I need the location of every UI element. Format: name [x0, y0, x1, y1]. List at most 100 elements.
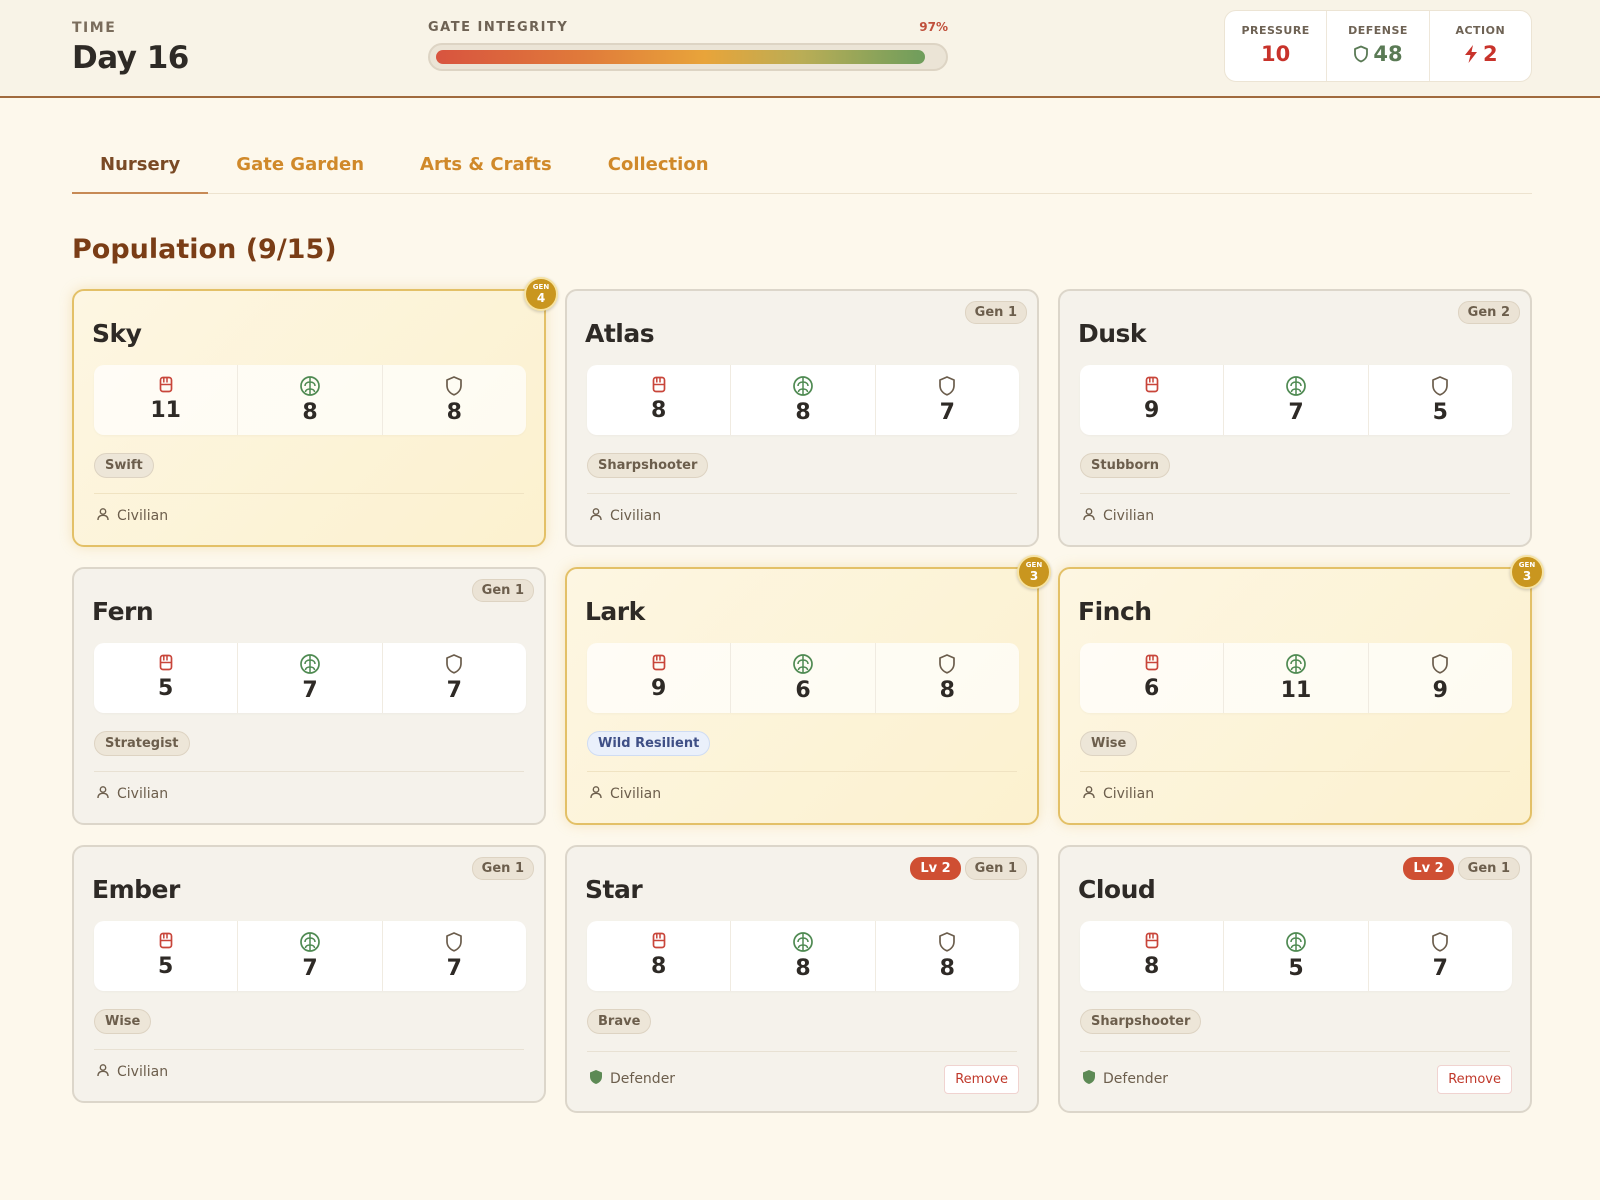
strength-stat: 5	[94, 643, 237, 713]
generation-badge: Gen 1	[471, 579, 534, 602]
defense-stat: 7	[381, 643, 526, 713]
fist-icon	[94, 375, 237, 395]
creature-card-dusk[interactable]: Dusk Gen 2 9 7 5 Stubborn Civilian	[1058, 289, 1532, 547]
filled-shield-icon	[1082, 1069, 1096, 1089]
intellect-stat: 8	[730, 365, 874, 435]
creature-card-lark[interactable]: Lark 9 6 8 Wild Resilient Civilian GEN 3	[565, 555, 1051, 825]
intellect-value: 8	[302, 400, 318, 425]
defense-value: 8	[939, 678, 955, 703]
creature-card-sky[interactable]: Sky 11 8 8 Swift Civilian GEN 4	[72, 277, 558, 547]
shield-icon	[1369, 931, 1512, 953]
strength-stat: 9	[1080, 365, 1223, 435]
card-badges: Gen 1	[471, 857, 534, 880]
strength-stat: 8	[587, 921, 730, 991]
intellect-stat: 6	[730, 643, 874, 713]
level-badge: Lv 2	[910, 857, 961, 880]
top-bar: TIME Day 16 GATE INTEGRITY 97% PRESSURE …	[0, 0, 1600, 98]
creature-card-cloud[interactable]: Cloud Lv 2 Gen 1 8 5 7 Sharpshooter Defe…	[1058, 845, 1532, 1113]
creature-name: Atlas	[585, 319, 655, 348]
creature-name: Cloud	[1078, 875, 1156, 904]
person-icon	[96, 507, 110, 525]
strength-stat: 9	[587, 643, 730, 713]
fist-icon	[94, 931, 237, 951]
generation-coin-value: 3	[1522, 569, 1532, 583]
tab-arts-crafts[interactable]: Arts & Crafts	[392, 136, 580, 194]
defense-stat: 7	[381, 921, 526, 991]
shield-icon	[1369, 653, 1512, 675]
defense-value: 5	[1432, 400, 1448, 425]
creature-card-atlas[interactable]: Atlas Gen 1 8 8 7 Sharpshooter Civilian	[565, 289, 1039, 547]
strength-value: 5	[158, 676, 174, 701]
resource-stats: PRESSURE 10 DEFENSE 48 ACTION 2	[1224, 10, 1532, 82]
generation-badge: Gen 1	[1457, 857, 1520, 880]
fist-icon	[1080, 931, 1223, 951]
role-label: Civilian	[1082, 785, 1154, 803]
card-badges: Gen 2	[1457, 301, 1520, 324]
shield-icon	[876, 375, 1019, 397]
stat-strip: 5 7 7	[94, 921, 526, 991]
intellect-stat: 8	[237, 365, 381, 435]
strength-stat: 8	[587, 365, 730, 435]
pressure-stat: PRESSURE 10	[1225, 11, 1326, 81]
creature-card-star[interactable]: Star Lv 2 Gen 1 8 8 8 Brave Defender Rem…	[565, 845, 1039, 1113]
stat-strip: 11 8 8	[94, 365, 526, 435]
intellect-value: 5	[1288, 956, 1304, 981]
tab-collection[interactable]: Collection	[580, 136, 737, 194]
person-icon	[1082, 785, 1096, 803]
fist-icon	[587, 653, 730, 673]
creature-name: Dusk	[1078, 319, 1147, 348]
level-badge: Lv 2	[1403, 857, 1454, 880]
gate-integrity: GATE INTEGRITY 97%	[428, 20, 948, 71]
stat-strip: 8 5 7	[1080, 921, 1512, 991]
creature-name: Lark	[585, 597, 645, 626]
person-icon	[589, 507, 603, 525]
defense-value: 7	[1432, 956, 1448, 981]
role-label: Civilian	[589, 785, 661, 803]
defense-stat: 8	[381, 365, 526, 435]
creature-name: Finch	[1078, 597, 1152, 626]
remove-defender-button[interactable]: Remove	[1437, 1065, 1512, 1094]
trait-tag: Wild Resilient	[587, 731, 711, 756]
intellect-value: 7	[302, 956, 318, 981]
brain-icon	[731, 653, 874, 675]
stat-strip: 5 7 7	[94, 643, 526, 713]
tab-nursery[interactable]: Nursery	[72, 136, 209, 194]
role-label: Civilian	[589, 507, 661, 525]
creature-card-fern[interactable]: Fern Gen 1 5 7 7 Strategist Civilian	[72, 567, 546, 825]
trait-tag: Swift	[94, 453, 154, 478]
strength-value: 5	[158, 954, 174, 979]
pressure-label: PRESSURE	[1241, 24, 1310, 37]
role-text: Civilian	[117, 508, 169, 524]
card-divider	[94, 771, 524, 772]
gate-integrity-label: GATE INTEGRITY	[428, 20, 569, 35]
trait-tag: Wise	[94, 1009, 152, 1034]
intellect-value: 8	[795, 400, 811, 425]
creature-name: Fern	[92, 597, 154, 626]
intellect-stat: 7	[1223, 365, 1367, 435]
intellect-value: 7	[302, 678, 318, 703]
generation-coin-badge: GEN 3	[1510, 555, 1544, 589]
remove-defender-button[interactable]: Remove	[944, 1065, 1019, 1094]
strength-stat: 5	[94, 921, 237, 991]
creature-name: Ember	[92, 875, 180, 904]
creature-card-ember[interactable]: Ember Gen 1 5 7 7 Wise Civilian	[72, 845, 546, 1103]
shield-icon	[876, 653, 1019, 675]
fist-icon	[587, 375, 730, 395]
intellect-stat: 11	[1223, 643, 1367, 713]
creature-card-finch[interactable]: Finch 6 11 9 Wise Civilian GEN 3	[1058, 555, 1544, 825]
strength-stat: 8	[1080, 921, 1223, 991]
strength-value: 8	[651, 398, 667, 423]
trait-tag: Sharpshooter	[587, 453, 709, 478]
person-icon	[1082, 507, 1096, 525]
generation-coin-value: 3	[1029, 569, 1039, 583]
role-label: Civilian	[96, 1063, 168, 1081]
role-text: Defender	[1103, 1071, 1169, 1087]
intellect-value: 8	[795, 956, 811, 981]
creature-name: Sky	[92, 319, 142, 348]
shield-icon	[383, 931, 526, 953]
tab-gate-garden[interactable]: Gate Garden	[208, 136, 392, 194]
intellect-value: 6	[795, 678, 811, 703]
defense-value: 9	[1432, 678, 1448, 703]
stat-strip: 8 8 8	[587, 921, 1019, 991]
card-divider	[94, 493, 524, 494]
